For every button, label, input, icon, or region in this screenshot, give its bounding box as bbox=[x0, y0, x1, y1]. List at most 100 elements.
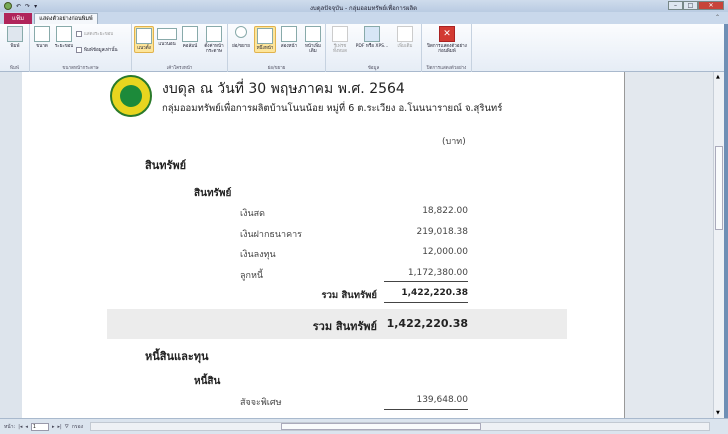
page-label: หน้า: bbox=[4, 424, 16, 430]
more-pages-button[interactable]: หน้าเพิ่มเติม bbox=[302, 26, 324, 54]
filter-icon: ⛛ bbox=[64, 424, 69, 430]
group-label: เค้าโครงหน้า bbox=[166, 66, 193, 71]
liability-amount: 139,648.00 bbox=[416, 395, 468, 405]
organization-logo bbox=[110, 75, 152, 117]
group-zoom: ย่อ/ขยาย หนึ่งหน้า สองหน้า หน้าเพิ่มเติม… bbox=[228, 24, 326, 72]
close-window-button[interactable]: ✕ bbox=[698, 1, 724, 10]
refresh-all-label: รีเฟรชทั้งหมด bbox=[332, 44, 348, 54]
asset-label: เงินฝากธนาคาร bbox=[240, 230, 303, 240]
ribbon-tabs: แฟ้ม แสดงตัวอย่างก่อนพิมพ์ ⌃ bbox=[0, 12, 728, 24]
pdf-xps-label: PDF หรือ XPS... bbox=[355, 44, 389, 49]
next-page-icon[interactable]: ▸ bbox=[52, 424, 55, 430]
assets-subtotal-label: รวม สินทรัพย์ bbox=[321, 290, 378, 301]
subtotal-rule bbox=[384, 281, 468, 282]
print-data-only-checkbox[interactable]: พิมพ์ข้อมูลเท่านั้น bbox=[76, 46, 118, 53]
size-label: ขนาด bbox=[36, 44, 48, 49]
scroll-down-icon[interactable]: ▼ bbox=[716, 410, 720, 416]
page-setup-label: ตั้งค่าหน้ากระดาษ bbox=[204, 44, 224, 54]
page-setup-button[interactable]: ตั้งค่าหน้ากระดาษ bbox=[202, 26, 226, 54]
report-subtitle: กลุ่มออมทรัพย์เพื่อการผลิตบ้านโนนน้อย หม… bbox=[162, 103, 503, 114]
columns-icon bbox=[182, 26, 198, 42]
navigation-pane-collapsed bbox=[0, 72, 22, 418]
assets-total: 1,422,220.38 bbox=[386, 317, 468, 330]
zoom-label: ย่อ/ขยาย bbox=[232, 44, 250, 49]
redo-icon[interactable]: ↷ bbox=[25, 3, 30, 10]
margins-button[interactable]: ระยะขอบ bbox=[54, 26, 74, 49]
page-number-input[interactable] bbox=[30, 423, 49, 431]
report-title: งบดุล ณ วันที่ 30 พฤษภาคม พ.ศ. 2564 bbox=[162, 81, 405, 97]
first-page-icon[interactable]: |◂ bbox=[18, 424, 22, 430]
quick-access-toolbar: ↶ ↷ ▾ bbox=[4, 2, 37, 10]
previous-page-icon[interactable]: ◂ bbox=[25, 424, 28, 430]
horizontal-scrollbar[interactable] bbox=[90, 422, 710, 431]
undo-icon[interactable]: ↶ bbox=[16, 3, 21, 10]
pdf-xps-button[interactable]: PDF หรือ XPS... bbox=[354, 26, 390, 49]
close-preview-icon: ✕ bbox=[439, 26, 455, 42]
assets-subtotal: 1,422,220.38 bbox=[401, 288, 468, 298]
report-page: งบดุล ณ วันที่ 30 พฤษภาคม พ.ศ. 2564 กลุ่… bbox=[22, 72, 624, 418]
group-label: ย่อ/ขยาย bbox=[267, 66, 286, 71]
landscape-button[interactable]: แนวนอน bbox=[156, 26, 178, 47]
group-label: ข้อมูล bbox=[367, 66, 380, 71]
scroll-up-icon[interactable]: ▲ bbox=[716, 74, 720, 80]
print-data-only-label: พิมพ์ข้อมูลเท่านั้น bbox=[84, 48, 118, 53]
asset-label: เงินสด bbox=[240, 209, 265, 219]
liabilities-subheading: หนี้สิน bbox=[194, 376, 221, 387]
close-preview-button[interactable]: ✕ ปิดการแสดงตัวอย่างก่อนพิมพ์ bbox=[424, 26, 470, 54]
landscape-icon bbox=[157, 28, 177, 40]
two-pages-icon bbox=[281, 26, 297, 42]
more-export-icon bbox=[397, 26, 413, 42]
print-button[interactable]: พิมพ์ bbox=[4, 26, 26, 49]
size-button[interactable]: ขนาด bbox=[32, 26, 52, 49]
assets-subheading: สินทรัพย์ bbox=[194, 188, 232, 199]
app-icon[interactable] bbox=[4, 2, 12, 10]
window-border bbox=[724, 24, 728, 434]
group-close-preview: ✕ ปิดการแสดงตัวอย่างก่อนพิมพ์ ปิดการแสดงต… bbox=[422, 24, 472, 72]
horizontal-scroll-thumb[interactable] bbox=[281, 423, 481, 430]
filter-label[interactable]: กรอง bbox=[72, 423, 83, 431]
subtotal-underline bbox=[384, 302, 468, 303]
preview-background bbox=[624, 72, 713, 418]
show-margins-checkbox[interactable]: แสดงระยะขอบ bbox=[76, 30, 113, 37]
vertical-scrollbar[interactable]: ▲ ▼ bbox=[713, 72, 724, 418]
asset-label: ลูกหนี้ bbox=[240, 271, 264, 281]
portrait-label: แนวตั้ง bbox=[137, 46, 151, 51]
printer-icon bbox=[7, 26, 23, 42]
refresh-all-button[interactable]: รีเฟรชทั้งหมด bbox=[328, 26, 352, 54]
vertical-scroll-thumb[interactable] bbox=[715, 146, 723, 230]
columns-label: คอลัมน์ bbox=[182, 44, 198, 49]
customize-qat-icon[interactable]: ▾ bbox=[34, 3, 37, 10]
status-bar: หน้า: |◂ ◂ ▸ ▸| ⛛ กรอง bbox=[0, 418, 728, 434]
columns-button[interactable]: คอลัมน์ bbox=[180, 26, 200, 49]
ribbon: พิมพ์ พิมพ์ ขนาด ระยะขอบ แสดงระยะขอบ พิม… bbox=[0, 24, 728, 72]
more-export-button[interactable]: เพิ่มเติม bbox=[392, 26, 418, 49]
maximize-button[interactable]: □ bbox=[683, 1, 698, 10]
group-print: พิมพ์ พิมพ์ bbox=[0, 24, 30, 72]
margins-label: ระยะขอบ bbox=[54, 44, 74, 49]
portrait-button[interactable]: แนวตั้ง bbox=[134, 26, 154, 53]
more-pages-label: หน้าเพิ่มเติม bbox=[304, 44, 322, 54]
group-label: ขนาดหน้ากระดาษ bbox=[62, 66, 99, 71]
asset-amount: 18,822.00 bbox=[422, 206, 468, 216]
refresh-icon bbox=[332, 26, 348, 42]
currency-unit: (บาท) bbox=[442, 137, 466, 147]
collapse-ribbon-icon[interactable]: ⌃ bbox=[715, 14, 720, 21]
tab-file[interactable]: แฟ้ม bbox=[4, 13, 32, 24]
last-page-icon[interactable]: ▸| bbox=[57, 424, 61, 430]
asset-amount: 219,018.38 bbox=[416, 227, 468, 237]
close-preview-label: ปิดการแสดงตัวอย่างก่อนพิมพ์ bbox=[427, 44, 467, 54]
two-pages-button[interactable]: สองหน้า bbox=[278, 26, 300, 49]
more-pages-icon bbox=[305, 26, 321, 42]
minimize-button[interactable]: – bbox=[668, 1, 683, 10]
zoom-button[interactable]: ย่อ/ขยาย bbox=[230, 26, 252, 49]
asset-amount: 12,000.00 bbox=[422, 247, 468, 257]
group-label: ปิดการแสดงตัวอย่าง bbox=[426, 66, 467, 71]
group-data: รีเฟรชทั้งหมด PDF หรือ XPS... เพิ่มเติม … bbox=[326, 24, 422, 72]
pdf-xps-icon bbox=[364, 26, 380, 42]
one-page-button[interactable]: หนึ่งหน้า bbox=[254, 26, 276, 53]
liability-label: สัจจะพิเศษ bbox=[240, 398, 282, 408]
tab-print-preview[interactable]: แสดงตัวอย่างก่อนพิมพ์ bbox=[34, 13, 98, 24]
two-pages-label: สองหน้า bbox=[280, 44, 298, 49]
print-label: พิมพ์ bbox=[10, 44, 20, 49]
assets-total-label: รวม สินทรัพย์ bbox=[312, 320, 377, 333]
